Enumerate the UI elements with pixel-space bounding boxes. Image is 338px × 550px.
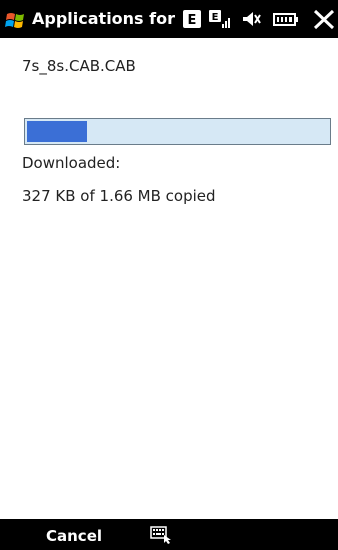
keyboard-input-icon[interactable] [150,525,174,545]
download-progress-bar [24,118,331,145]
menu-bar: Cancel [0,519,338,550]
downloaded-label: Downloaded: [22,154,121,172]
screen: Applications for Ac E E [0,0,338,550]
svg-text:E: E [188,13,197,28]
e-network-icon[interactable]: E [182,8,202,30]
cancel-button[interactable]: Cancel [46,526,102,546]
signal-icon[interactable]: E [208,8,234,30]
window-title: Applications for Ac [32,9,178,28]
title-bar: Applications for Ac E E [0,0,338,38]
svg-text:E: E [212,12,219,23]
file-name: 7s_8s.CAB.CAB [22,57,136,75]
copied-status-text: 327 KB of 1.66 MB copied [22,187,216,205]
windows-flag-icon[interactable] [4,10,30,30]
close-icon[interactable] [312,8,336,30]
progress-fill [27,121,87,142]
speaker-muted-icon[interactable] [240,8,264,30]
battery-icon[interactable] [272,8,300,30]
